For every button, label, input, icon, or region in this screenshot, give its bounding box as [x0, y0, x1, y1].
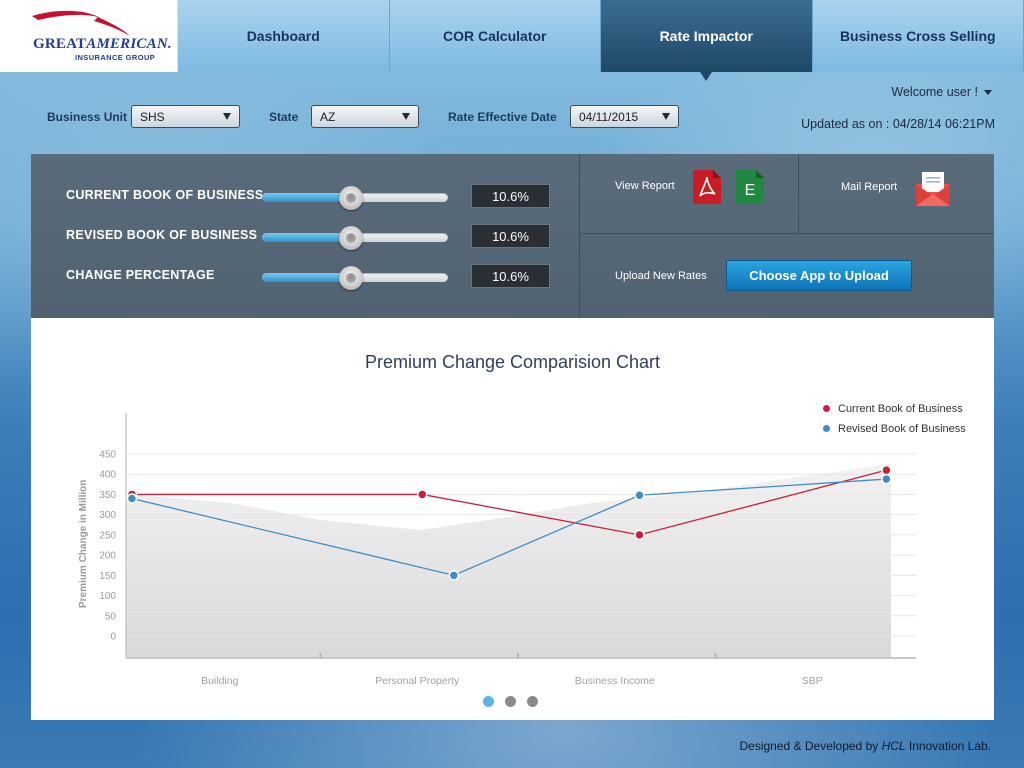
y-tick-label: 50 — [105, 611, 117, 622]
slider-handle[interactable] — [339, 186, 364, 210]
revised-book-value: 10.6% — [471, 224, 550, 248]
x-category-label: Building — [201, 675, 239, 687]
state-label: State — [269, 110, 299, 124]
pager-dot-2[interactable] — [505, 696, 516, 707]
slider-fill — [262, 193, 352, 202]
slider-label: REVISED BOOK OF BUSINESS — [66, 228, 258, 242]
revised-book-slider[interactable] — [262, 226, 448, 250]
data-point — [881, 473, 892, 485]
legend-revised-book: Revised Book of Business — [823, 423, 966, 435]
business-unit-label: Business Unit — [47, 110, 128, 124]
change-percentage-slider[interactable] — [262, 266, 448, 290]
pager-dot-1[interactable] — [483, 696, 494, 707]
rate-effective-date-value: 04/11/2015 — [579, 110, 639, 124]
current-book-value: 10.6% — [471, 184, 550, 208]
data-point — [634, 490, 645, 501]
y-tick-label: 350 — [99, 490, 116, 501]
data-point — [448, 570, 460, 581]
slider-row-change-percentage: CHANGE PERCENTAGE 10.6% — [31, 255, 580, 295]
upload-rates-label: Upload New Rates — [615, 270, 707, 282]
user-menu[interactable]: Welcome user ! — [891, 85, 992, 99]
y-tick-label: 400 — [99, 470, 116, 481]
y-tick-label: 100 — [99, 591, 116, 602]
change-percentage-value: 10.6% — [471, 264, 550, 288]
x-category-label: SBP — [802, 675, 823, 687]
chevron-down-icon — [984, 90, 992, 96]
slider-row-revised-book: REVISED BOOK OF BUSINESS 10.6% — [31, 215, 580, 255]
y-tick-label: 450 — [99, 450, 116, 461]
tab-cor-calculator[interactable]: COR Calculator — [389, 0, 601, 72]
chart-background-area — [126, 464, 891, 658]
data-point — [881, 464, 892, 476]
mail-report-label: Mail Report — [841, 181, 898, 193]
view-report-label: View Report — [615, 180, 675, 192]
rate-effective-date-select[interactable]: 04/11/2015 — [570, 105, 679, 128]
business-unit-value: SHS — [140, 110, 165, 124]
legend-current-book: Current Book of Business — [823, 403, 963, 415]
chart-pager — [483, 694, 549, 707]
data-point — [634, 529, 645, 541]
x-category-label: Business Income — [575, 675, 655, 687]
slider-row-current-book: CURRENT BOOK OF BUSINESS 10.6% — [31, 175, 580, 215]
state-value: AZ — [320, 110, 336, 124]
data-point — [417, 489, 428, 500]
view-report-cell: View Report E — [580, 154, 799, 234]
excel-letter: E — [745, 182, 756, 199]
slider-handle[interactable] — [339, 226, 364, 250]
company-logo: GREATAMERICAN. INSURANCE GROUP — [0, 0, 178, 72]
footer-credit: Designed & Developed by HCL Innovation L… — [739, 739, 991, 753]
slider-fill — [262, 233, 352, 242]
choose-app-upload-button[interactable]: Choose App to Upload — [726, 260, 912, 291]
upload-cell: Upload New Rates Choose App to Upload — [580, 234, 994, 318]
pager-dot-3[interactable] — [527, 696, 538, 707]
premium-line-chart: 0 50 100 150 200 250 300 350 400 450 Building Perso… — [99, 413, 916, 687]
current-book-slider[interactable] — [262, 186, 448, 210]
y-tick-label: 250 — [99, 530, 116, 541]
rate-control-panel: CURRENT BOOK OF BUSINESS 10.6% REVISED B… — [31, 154, 994, 318]
last-updated: Updated as on : 04/28/14 06:21PM — [801, 117, 995, 131]
data-point — [126, 493, 138, 504]
slider-fill — [262, 273, 352, 282]
legend-marker — [823, 404, 830, 412]
pdf-icon[interactable] — [693, 170, 721, 204]
slider-handle[interactable] — [339, 266, 364, 290]
swoosh-icon — [32, 10, 130, 36]
envelope-icon[interactable] — [916, 170, 950, 206]
business-unit-select[interactable]: SHS — [131, 105, 240, 128]
top-navigation: GREATAMERICAN. INSURANCE GROUP Dashboard… — [0, 0, 1024, 81]
dropdown-arrow-icon — [662, 113, 670, 120]
mail-report-cell: Mail Report — [799, 154, 994, 234]
x-category-label: Personal Property — [375, 675, 460, 687]
slider-label: CURRENT BOOK OF BUSINESS — [66, 188, 264, 202]
dropdown-arrow-icon — [402, 113, 410, 120]
logo-subtitle: INSURANCE GROUP — [75, 53, 156, 62]
y-axis-label: Premium Change in Million — [78, 479, 89, 608]
tab-dashboard[interactable]: Dashboard — [178, 0, 390, 72]
y-tick-label: 300 — [99, 510, 116, 521]
y-tick-label: 0 — [110, 632, 116, 643]
report-actions: View Report E Mail Report Upload New Rat… — [580, 154, 994, 318]
tab-rate-impactor[interactable]: Rate Impactor — [601, 0, 813, 81]
tab-business-cross-selling[interactable]: Business Cross Selling — [812, 0, 1024, 72]
logo-wordmark: GREATAMERICAN. — [33, 36, 172, 52]
legend-marker — [823, 424, 830, 432]
slider-group: CURRENT BOOK OF BUSINESS 10.6% REVISED B… — [31, 154, 580, 318]
slider-label: CHANGE PERCENTAGE — [66, 268, 215, 282]
state-select[interactable]: AZ — [311, 105, 419, 128]
excel-icon[interactable]: E — [736, 170, 764, 204]
y-tick-label: 200 — [99, 551, 116, 562]
rate-effective-date-label: Rate Effective Date — [448, 110, 557, 124]
chart-card: Premium Change Comparision Chart 0 50 100 1… — [31, 318, 994, 720]
y-tick-label: 150 — [99, 571, 116, 582]
welcome-text: Welcome user ! — [891, 85, 978, 99]
dropdown-arrow-icon — [223, 113, 231, 120]
